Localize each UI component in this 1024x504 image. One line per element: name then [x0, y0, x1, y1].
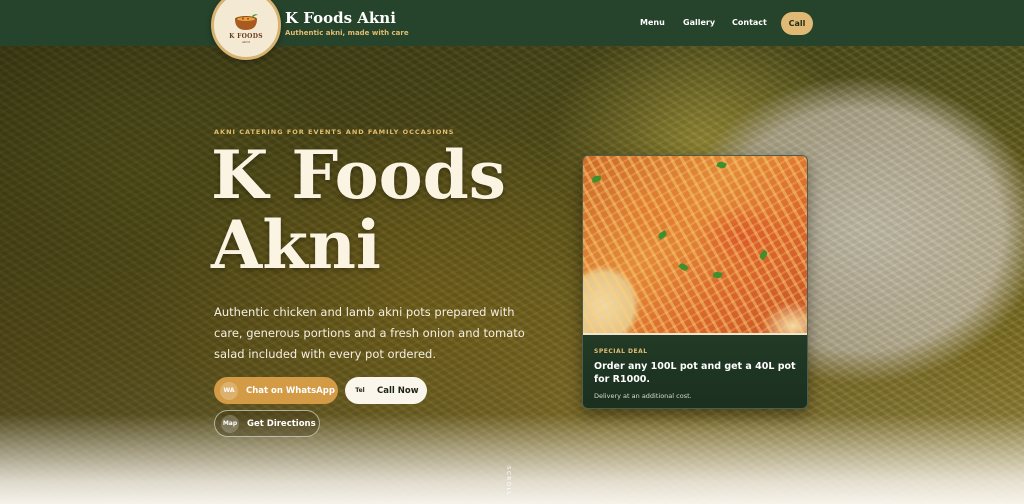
directions-button-label: Get Directions — [247, 418, 316, 429]
nav-link-gallery[interactable]: Gallery — [683, 18, 715, 27]
hero-title-line1: K Foods — [211, 136, 506, 214]
deal-title: Order any 100L pot and get a 40L pot for… — [594, 361, 796, 385]
hero-description: Authentic chicken and lamb akni pots pre… — [214, 305, 525, 361]
hero-title-line2: Akni — [211, 206, 381, 284]
pot-icon — [235, 14, 258, 30]
call-now-button-label: Call Now — [377, 385, 419, 396]
whatsapp-button-label: Chat on WhatsApp — [246, 385, 335, 396]
hero-eyebrow: AKNI CATERING FOR EVENTS AND FAMILY OCCA… — [214, 128, 455, 136]
directions-button[interactable]: Map Get Directions — [214, 410, 320, 437]
map-icon: Map — [221, 414, 239, 433]
deal-food-texture — [583, 156, 807, 333]
navbar: K FOODS AKNI K Foods Akni Authentic akni… — [0, 0, 1024, 60]
whatsapp-icon: WA — [220, 381, 238, 400]
scroll-hint[interactable]: SCROLL — [505, 466, 511, 497]
hero-title: K Foods Akni — [211, 140, 571, 280]
deal-note: Delivery at an additional cost. — [594, 392, 692, 400]
brand-name[interactable]: K Foods Akni — [285, 9, 396, 27]
call-now-button[interactable]: Tel Call Now — [345, 377, 427, 404]
nav-link-menu[interactable]: Menu — [640, 18, 665, 27]
deal-info: SPECIAL DEAL Order any 100L pot and get … — [583, 333, 807, 408]
special-deal-card[interactable]: SPECIAL DEAL Order any 100L pot and get … — [582, 155, 808, 409]
deal-label: SPECIAL DEAL — [594, 348, 648, 355]
whatsapp-button[interactable]: WA Chat on WhatsApp — [214, 377, 338, 404]
nav-call-button[interactable]: Call — [781, 12, 813, 35]
phone-icon: Tel — [351, 381, 369, 400]
hero-bottom-fade — [0, 414, 1024, 504]
nav-link-contact[interactable]: Contact — [732, 18, 767, 27]
logo-text: K FOODS — [229, 33, 263, 40]
logo-subtext: AKNI — [241, 40, 251, 44]
brand-tagline: Authentic akni, made with care — [285, 29, 409, 37]
